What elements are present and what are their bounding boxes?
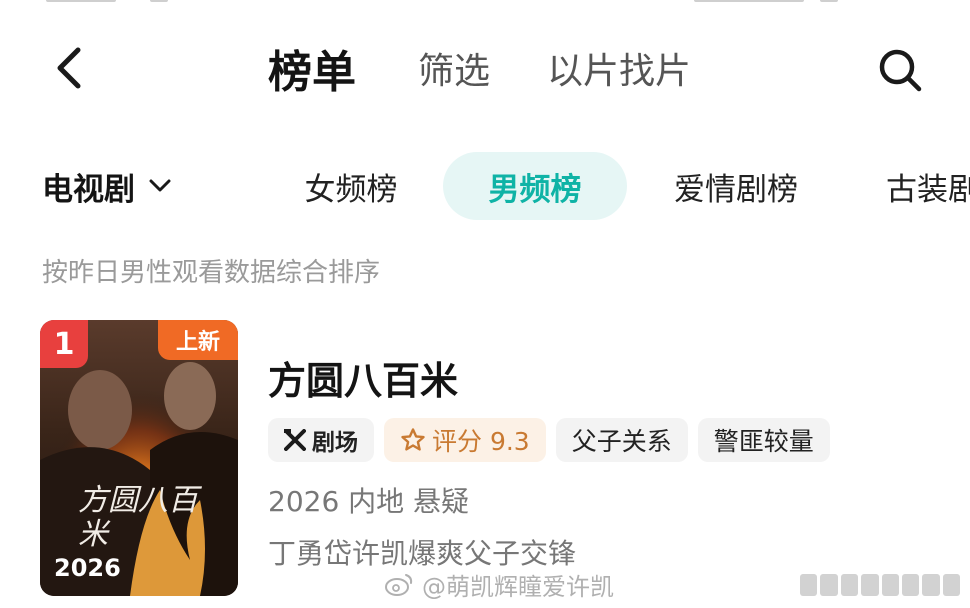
category-label: 电视剧: [42, 171, 135, 208]
platform-tag[interactable]: 剧场: [268, 418, 374, 462]
rank-tab-costume[interactable]: 古装剧: [886, 152, 970, 220]
platform-logo-icon: [284, 429, 306, 451]
search-button[interactable]: [872, 42, 928, 98]
platform-label: 剧场: [312, 430, 358, 456]
item-title[interactable]: 方圆八百米: [268, 350, 458, 405]
rating-label: 评分 9.3: [432, 427, 530, 456]
tag-list: 剧场 评分 9.3 父子关系 警匪较量: [268, 418, 830, 462]
genre-tag[interactable]: 父子关系: [555, 418, 688, 462]
status-bar: [0, 0, 970, 8]
item-meta: 2026 内地 悬疑: [268, 485, 470, 518]
star-icon: [401, 428, 425, 451]
top-nav: 榜单 筛选 以片找片: [0, 28, 970, 108]
poster-title-art: 方圆八百米: [78, 483, 198, 552]
new-badge: 上新: [158, 320, 238, 360]
tab-filter[interactable]: 筛选: [418, 38, 490, 98]
category-dropdown[interactable]: 电视剧: [42, 152, 171, 220]
gesture-bar: [800, 574, 960, 596]
rank-tab-romance[interactable]: 爱情剧榜: [666, 152, 806, 220]
watermark: @萌凯辉瞳爱许凯: [384, 566, 614, 602]
rank-tab-male[interactable]: 男频榜: [443, 152, 627, 220]
list-item[interactable]: 1 上新 方圆八百米 2026 方圆八百米 剧场 评分 9.3 父子关系 警匪较…: [40, 320, 960, 596]
search-icon: [879, 49, 922, 92]
ranking-description: 按昨日男性观看数据综合排序: [42, 258, 381, 288]
tab-ranking[interactable]: 榜单: [268, 38, 356, 98]
category-row: 电视剧 女频榜 男频榜 爱情剧榜 古装剧: [0, 152, 970, 220]
rank-badge: 1: [40, 320, 88, 368]
chevron-left-icon: [57, 47, 81, 89]
poster-year: 2026: [54, 554, 121, 582]
watermark-text: @萌凯辉瞳爱许凯: [422, 572, 614, 601]
rating-tag[interactable]: 评分 9.3: [384, 418, 546, 462]
weibo-logo-icon: [385, 574, 413, 596]
chevron-down-icon: [149, 179, 171, 192]
back-button[interactable]: [46, 40, 92, 96]
genre-tag[interactable]: 警匪较量: [697, 418, 830, 462]
tab-find-by-show[interactable]: 以片找片: [547, 38, 691, 98]
rank-tab-female[interactable]: 女频榜: [298, 152, 404, 220]
poster-image[interactable]: 1 上新 方圆八百米 2026: [40, 320, 238, 596]
